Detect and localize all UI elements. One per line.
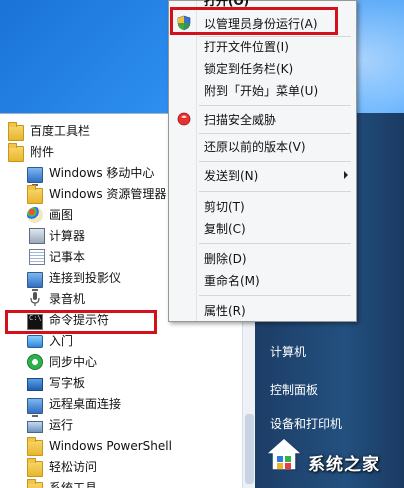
ctx-separator: [199, 243, 351, 244]
ctx-copy[interactable]: 复制(C): [169, 217, 356, 239]
program-label: Windows PowerShell: [49, 438, 172, 453]
program-folder-system-tools[interactable]: 系统工具: [0, 477, 242, 488]
ctx-separator: [199, 295, 351, 296]
program-label: 同步中心: [49, 355, 98, 369]
ctx-pin-to-taskbar[interactable]: 锁定到任务栏(K): [169, 57, 356, 79]
program-label: 录音机: [49, 292, 86, 306]
program-folder-ease-of-access[interactable]: 轻松访问: [0, 456, 242, 477]
ctx-label: 重命名(M): [204, 273, 260, 288]
folder-icon: [27, 457, 43, 477]
program-label: 计算器: [49, 229, 86, 243]
watermark-text: 系统之家: [308, 455, 380, 475]
ctx-scan-threats[interactable]: 扫描安全威胁: [169, 108, 356, 130]
ctx-label: 扫描安全威胁: [204, 112, 277, 127]
ctx-label: 锁定到任务栏(K): [204, 61, 294, 76]
microphone-icon: [27, 291, 43, 307]
explorer-icon: [27, 184, 43, 204]
ctx-label: 打开文件位置(I): [204, 39, 289, 54]
program-label: 记事本: [49, 250, 86, 264]
remote-desktop-icon: [27, 397, 43, 417]
ctx-separator: [199, 161, 351, 162]
ctx-label: 附到「开始」菜单(U): [204, 83, 319, 98]
ctx-restore-previous-versions[interactable]: 还原以前的版本(V): [169, 135, 356, 157]
highlight-run-as-admin: [170, 7, 338, 35]
ctx-label: 复制(C): [204, 221, 246, 236]
folder-icon: [8, 121, 24, 141]
ctx-pin-to-start-menu[interactable]: 附到「开始」菜单(U): [169, 79, 356, 101]
ctx-properties[interactable]: 属性(R): [169, 299, 356, 321]
program-label: 运行: [49, 418, 74, 432]
program-label: 远程桌面连接: [49, 397, 122, 411]
program-label: 入门: [49, 334, 74, 348]
program-remote-desktop[interactable]: 远程桌面连接: [0, 393, 242, 417]
ctx-label: 删除(D): [204, 251, 247, 266]
program-folder-powershell[interactable]: Windows PowerShell: [0, 435, 242, 456]
right-panel-control-panel[interactable]: 控制面板: [270, 381, 318, 398]
program-label: Windows 移动中心: [49, 166, 155, 180]
ctx-cut[interactable]: 剪切(T): [169, 195, 356, 217]
ctx-separator: [199, 191, 351, 192]
program-label: 附件: [30, 145, 55, 159]
sync-center-icon: [27, 353, 43, 370]
watermark-house-logo-icon: [264, 436, 304, 471]
folder-icon: [8, 142, 24, 162]
program-run[interactable]: 运行: [0, 414, 242, 435]
security-scan-icon: [176, 111, 192, 127]
program-label: Windows 资源管理器: [49, 187, 167, 201]
right-panel-computer[interactable]: 计算机: [270, 343, 306, 360]
ctx-label: 还原以前的版本(V): [204, 139, 306, 154]
ctx-label: 剪切(T): [204, 199, 245, 214]
projector-icon: [27, 271, 43, 291]
getting-started-icon: [27, 335, 43, 348]
ctx-open-file-location[interactable]: 打开文件位置(I): [169, 35, 356, 57]
program-label: 连接到投影仪: [49, 271, 122, 285]
ctx-separator: [199, 133, 351, 134]
wordpad-icon: [27, 378, 43, 391]
context-menu: 打开(O) 以管理员身份运行(A) 打开文件位置(I) 锁定到任务栏(K) 附到…: [168, 0, 357, 322]
program-wordpad[interactable]: 写字板: [0, 372, 242, 393]
program-label: 写字板: [49, 376, 86, 390]
calculator-icon: [29, 227, 45, 244]
folder-icon: [27, 436, 43, 456]
ctx-rename[interactable]: 重命名(M): [169, 269, 356, 291]
program-label: 百度工具栏: [30, 124, 91, 138]
program-label: 画图: [49, 208, 74, 222]
program-label: 系统工具: [49, 481, 98, 488]
watermark: 系统之家: [262, 424, 404, 488]
submenu-arrow-icon: [344, 171, 348, 179]
ctx-delete[interactable]: 删除(D): [169, 247, 356, 269]
program-sync-center[interactable]: 同步中心: [0, 351, 242, 372]
folder-icon: [27, 478, 43, 488]
paint-icon: [27, 206, 43, 223]
program-label: 轻松访问: [49, 460, 98, 474]
scrollbar-thumb[interactable]: [245, 414, 254, 484]
ctx-label: 发送到(N): [204, 168, 259, 183]
notepad-icon: [29, 248, 45, 265]
mobility-center-icon: [27, 166, 43, 186]
ctx-separator: [199, 105, 351, 106]
run-icon: [27, 420, 43, 433]
highlight-command-prompt: [5, 310, 157, 334]
ctx-send-to[interactable]: 发送到(N): [169, 164, 356, 186]
ctx-label: 属性(R): [204, 303, 246, 318]
